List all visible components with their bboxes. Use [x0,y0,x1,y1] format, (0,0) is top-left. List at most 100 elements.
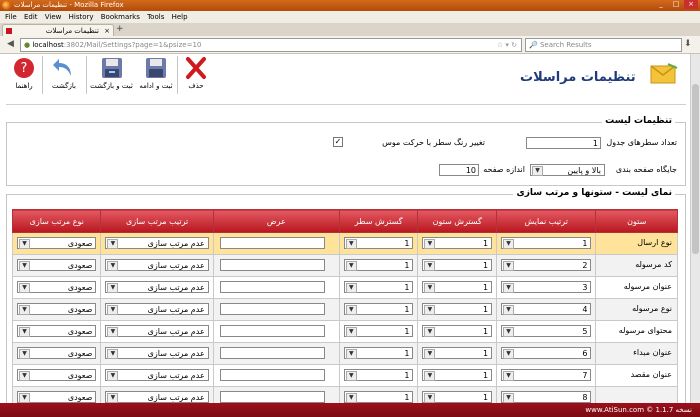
menu-help[interactable]: Help [172,13,188,21]
page-size-input[interactable]: 10 [439,164,479,176]
row-span-select[interactable]: ▼ 1 [343,391,414,403]
table-row[interactable]: ▼ صعودی ▼ عدم مرتب سازی ▼ 1 ▼ 1 ▼ 8 [11,386,678,403]
table-row[interactable]: ▼ صعودی ▼ عدم مرتب سازی ▼ 1 ▼ 1 ▼ 6 عنوان مبداء [11,342,678,365]
new-tab-button[interactable]: + [116,25,124,34]
display-order-select[interactable]: ▼ 3 [501,281,592,293]
sort-type-select[interactable]: ▼ صعودی [17,391,97,403]
display-order-select[interactable]: ▼ 8 [501,391,592,403]
scrollbar-thumb[interactable] [692,84,699,254]
header-sort-type[interactable]: نوع مرتب سازی [11,209,102,233]
col-span-value: 1 [482,305,489,314]
menu-history[interactable]: History [69,13,94,21]
sort-order-select[interactable]: ▼ عدم مرتب سازی [105,281,209,293]
row-span-select[interactable]: ▼ 1 [343,281,414,293]
width-input[interactable] [219,237,325,249]
sort-order-select[interactable]: ▼ عدم مرتب سازی [105,369,209,381]
sort-type-select[interactable]: ▼ صعودی [17,281,97,293]
sort-type-select[interactable]: ▼ صعودی [17,325,97,337]
display-order-select[interactable]: ▼ 5 [501,325,592,337]
save-return-button[interactable]: ثبت و بازگشت [89,56,134,96]
col-span-select[interactable]: ▼ 1 [422,303,493,315]
col-span-value: 1 [482,349,489,358]
header-column[interactable]: ستون [595,209,678,233]
menu-bookmarks[interactable]: Bookmarks [101,13,140,21]
row-span-select[interactable]: ▼ 1 [343,347,414,359]
url-bar[interactable]: ● localhost:3802/Mail/Settings?page=1&ps… [20,38,522,52]
width-input[interactable] [219,303,325,315]
table-row[interactable]: ▼ صعودی ▼ عدم مرتب سازی ▼ 1 ▼ 1 ▼ 4 نوع مرسوله [11,298,678,321]
help-button[interactable]: ? راهنما [8,56,40,96]
width-cell [212,254,340,277]
table-row[interactable]: ▼ صعودی ▼ عدم مرتب سازی ▼ 1 ▼ 1 ▼ 3 عنوان مرسوله [11,276,678,299]
row-span-select[interactable]: ▼ 1 [343,369,414,381]
sort-order-select[interactable]: ▼ عدم مرتب سازی [105,237,209,249]
row-span-select[interactable]: ▼ 1 [343,325,414,337]
bookmark-star-icon[interactable]: ☆ ▾ ↻ [497,39,517,51]
sort-type-cell: ▼ صعودی [11,276,102,299]
close-window-button[interactable]: × [684,0,698,9]
sort-order-select[interactable]: ▼ عدم مرتب سازی [105,303,209,315]
sort-order-select[interactable]: ▼ عدم مرتب سازی [105,325,209,337]
menu-edit[interactable]: Edit [24,13,38,21]
width-input[interactable] [219,259,325,271]
download-arrow-icon[interactable]: ⬇ [684,39,692,49]
minimize-button[interactable]: _ [654,0,668,9]
header-width[interactable]: عرض [212,209,340,233]
header-col-span[interactable]: گسترش ستون [417,209,498,233]
display-order-select[interactable]: ▼ 6 [501,347,592,359]
sort-order-select[interactable]: ▼ عدم مرتب سازی [105,347,209,359]
hover-color-checkbox[interactable]: ✓ [333,137,343,147]
maximize-button[interactable]: □ [669,0,683,9]
floppy-disk-return-icon [101,58,122,78]
sort-type-select[interactable]: ▼ صعودی [17,347,97,359]
sort-type-cell: ▼ صعودی [11,320,102,343]
return-button[interactable]: بازگشت [45,56,83,96]
col-span-select[interactable]: ▼ 1 [422,391,493,403]
table-row[interactable]: ▼ صعودی ▼ عدم مرتب سازی ▼ 1 ▼ 1 ▼ 5 محتوای مرسوله [11,320,678,343]
sort-type-select[interactable]: ▼ صعودی [17,259,97,271]
table-row[interactable]: ▼ صعودی ▼ عدم مرتب سازی ▼ 1 ▼ 1 ▼ 2 کد مرسوله [11,254,678,277]
back-arrow-icon[interactable]: ◀ [5,39,16,50]
table-row[interactable]: ▼ صعودی ▼ عدم مرتب سازی ▼ 1 ▼ 1 ▼ 7 عنوان مقصد [11,364,678,387]
paging-position-select[interactable]: ▼ بالا و پایین [530,164,605,176]
width-input[interactable] [219,347,325,359]
rows-count-input[interactable]: 1 [526,137,601,149]
col-span-select[interactable]: ▼ 1 [422,259,493,271]
width-input[interactable] [219,369,325,381]
site-icon: ● [24,41,31,49]
chevron-down-icon: ▼ [19,349,30,359]
vertical-scrollbar[interactable] [690,54,700,403]
search-bar[interactable]: 🔎 Search Results [525,38,682,52]
col-span-value: 1 [482,239,489,248]
table-row[interactable]: ▼ صعودی ▼ عدم مرتب سازی ▼ 1 ▼ 1 ▼ 1 نوع ارسال [11,232,678,255]
sort-order-select[interactable]: ▼ عدم مرتب سازی [105,391,209,403]
display-order-select[interactable]: ▼ 1 [501,237,592,249]
display-order-cell: ▼ 5 [496,320,597,343]
width-input[interactable] [219,281,325,293]
header-display-order[interactable]: ترتیب نمایش [496,209,597,233]
save-continue-button[interactable]: ثبت و ادامه [136,56,176,96]
display-order-select[interactable]: ▼ 2 [501,259,592,271]
width-input[interactable] [219,391,325,403]
col-span-select[interactable]: ▼ 1 [422,369,493,381]
display-order-select[interactable]: ▼ 7 [501,369,592,381]
width-input[interactable] [219,325,325,337]
display-order-select[interactable]: ▼ 4 [501,303,592,315]
col-span-select[interactable]: ▼ 1 [422,281,493,293]
col-span-select[interactable]: ▼ 1 [422,347,493,359]
delete-button[interactable]: حذف [182,56,210,96]
row-span-select[interactable]: ▼ 1 [343,237,414,249]
sort-type-select[interactable]: ▼ صعودی [17,303,97,315]
menu-file[interactable]: File [5,13,17,21]
menu-tools[interactable]: Tools [147,13,164,21]
sort-order-select[interactable]: ▼ عدم مرتب سازی [105,259,209,271]
sort-type-select[interactable]: ▼ صعودی [17,369,97,381]
col-span-select[interactable]: ▼ 1 [422,325,493,337]
sort-type-select[interactable]: ▼ صعودی [17,237,97,249]
menu-view[interactable]: View [45,13,62,21]
col-span-select[interactable]: ▼ 1 [422,237,493,249]
header-row-span[interactable]: گسترش سطر [338,209,419,233]
row-span-select[interactable]: ▼ 1 [343,303,414,315]
header-sort-order[interactable]: ترتیب مرتب سازی [100,209,214,233]
row-span-select[interactable]: ▼ 1 [343,259,414,271]
